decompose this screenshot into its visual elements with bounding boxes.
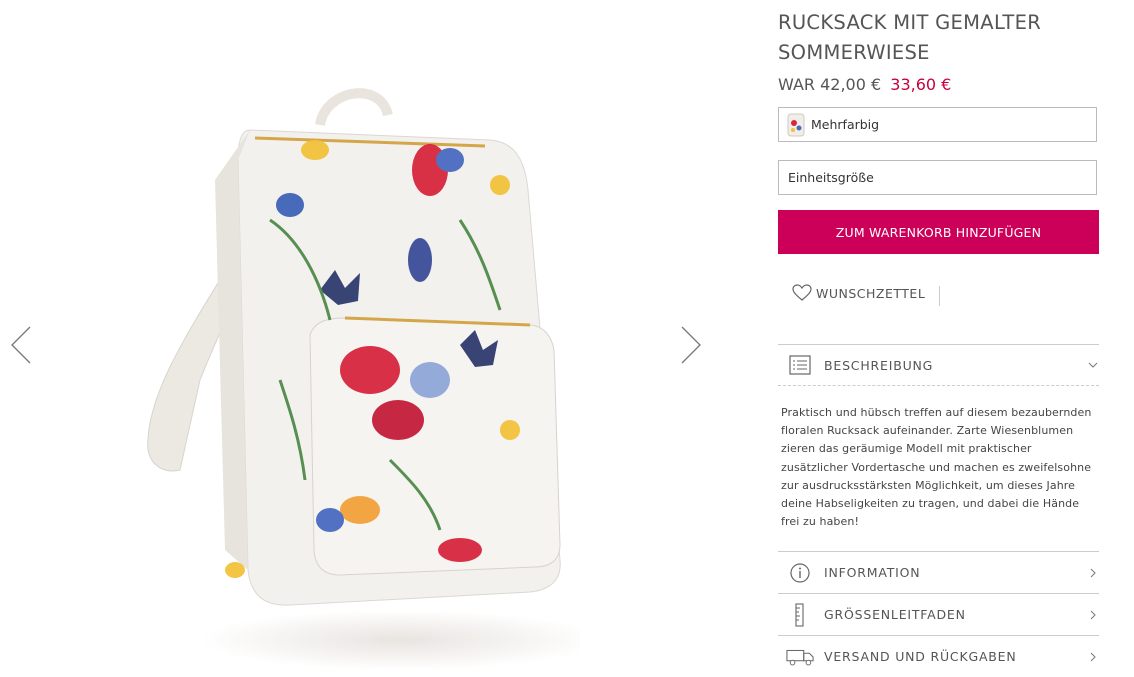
- accordion-information-label: INFORMATION: [824, 565, 921, 580]
- info-icon: [786, 561, 814, 585]
- product-details: RUCKSACK MIT GEMALTER SOMMERWIESE WAR 42…: [778, 0, 1099, 675]
- product-image: [147, 88, 580, 670]
- accordion-description[interactable]: BESCHREIBUNG: [778, 344, 1099, 386]
- heart-icon: [792, 284, 812, 301]
- size-selector[interactable]: Einheitsgröße: [778, 160, 1097, 195]
- chevron-right-icon: [1090, 652, 1096, 661]
- accordion-description-label: BESCHREIBUNG: [824, 357, 934, 373]
- product-gallery: [0, 0, 760, 675]
- colour-value: Mehrfarbig: [811, 117, 880, 132]
- truck-icon: [786, 645, 814, 669]
- accordion-size-guide-label: GRÖSSENLEITFADEN: [824, 607, 966, 622]
- product-price: WAR 42,00 € 33,60 €: [778, 74, 951, 96]
- accordion-information[interactable]: INFORMATION: [778, 551, 1099, 593]
- wishlist-label: WUNSCHZETTEL: [816, 285, 926, 301]
- prev-image-button[interactable]: [8, 325, 38, 365]
- wishlist-button[interactable]: WUNSCHZETTEL: [792, 284, 925, 302]
- chevron-right-icon: [1090, 568, 1096, 577]
- size-value: Einheitsgröße: [788, 170, 874, 185]
- accordion-shipping-label: VERSAND UND RÜCKGABEN: [824, 649, 1017, 664]
- chevron-right-icon: [1090, 610, 1096, 619]
- colour-selector[interactable]: Mehrfarbig: [778, 107, 1097, 142]
- add-to-cart-button[interactable]: ZUM WARENKORB HINZUFÜGEN: [778, 210, 1099, 254]
- colour-swatch-icon: [787, 113, 805, 136]
- product-title: RUCKSACK MIT GEMALTER SOMMERWIESE: [778, 11, 1042, 64]
- accordion-shipping[interactable]: VERSAND UND RÜCKGABEN: [778, 635, 1099, 677]
- divider: [939, 286, 940, 306]
- accordion-size-guide[interactable]: GRÖSSENLEITFADEN: [778, 593, 1099, 635]
- ruler-icon: [786, 602, 814, 627]
- description-text: Praktisch und hübsch treffen auf diesem …: [781, 406, 1092, 529]
- sale-price: 33,60 €: [890, 75, 952, 94]
- list-icon: [786, 353, 814, 377]
- next-image-button[interactable]: [674, 325, 704, 365]
- chevron-down-icon: [1088, 362, 1098, 368]
- original-price: WAR 42,00 €: [778, 75, 882, 94]
- chevron-right-icon: [681, 326, 701, 364]
- chevron-left-icon: [11, 326, 31, 364]
